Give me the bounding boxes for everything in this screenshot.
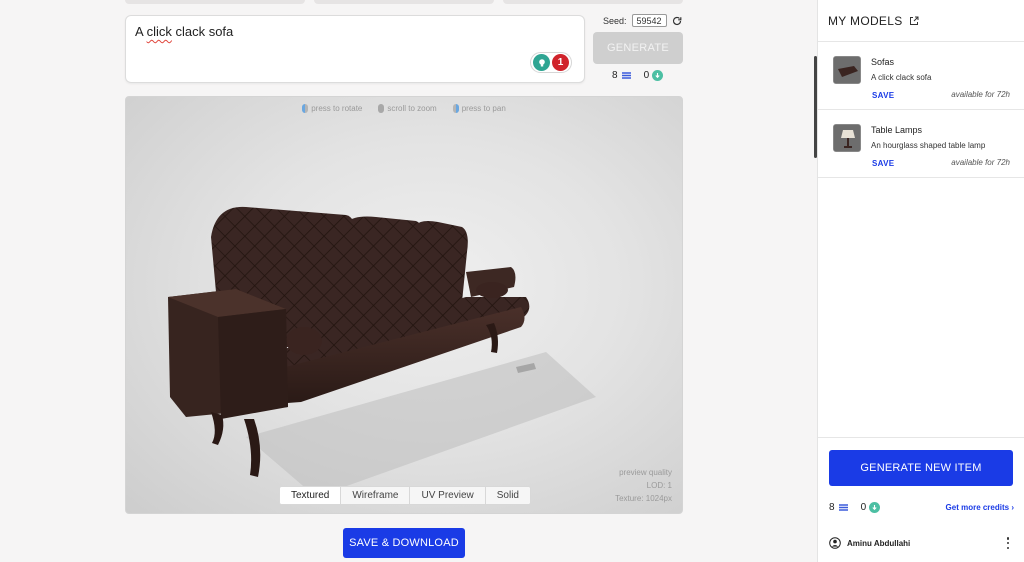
model-name: Table Lamps <box>871 125 923 135</box>
texture-label: Texture: 1024px <box>615 494 672 503</box>
my-models-header: MY MODELS <box>818 0 1024 42</box>
generate-button[interactable]: GENERATE <box>593 32 683 64</box>
quality-label: preview quality <box>619 468 672 477</box>
top-tab-stub <box>314 0 494 4</box>
prompt-text[interactable]: A click clack sofa <box>135 24 233 39</box>
model-thumbnail <box>833 124 861 152</box>
seed-control: Seed: 59542 <box>603 14 682 27</box>
seed-input[interactable]: 59542 <box>631 14 667 27</box>
get-more-credits-link[interactable]: Get more credits › <box>946 503 1014 512</box>
prompt-input[interactable]: A click clack sofa 1 <box>125 15 585 83</box>
tab-uv-preview[interactable]: UV Preview <box>410 487 486 504</box>
scrollbar-thumb[interactable] <box>814 56 817 158</box>
prompt-assist-badges[interactable]: 1 <box>530 52 572 73</box>
stack-icon <box>838 504 848 511</box>
spellcheck-word: click <box>146 24 172 39</box>
model-availability: available for 72h <box>951 90 1010 99</box>
error-count-badge[interactable]: 1 <box>552 54 569 71</box>
model-description: An hourglass shaped table lamp <box>871 141 986 150</box>
stack-credit-count: 8 <box>829 502 835 513</box>
mouse-scroll-icon <box>378 104 385 113</box>
more-options-icon[interactable] <box>1006 537 1010 549</box>
refresh-icon[interactable] <box>672 16 682 26</box>
coin-icon <box>652 70 664 81</box>
top-tab-stub <box>503 0 683 4</box>
save-model-button[interactable]: SAVE <box>872 91 894 100</box>
chevron-right-icon: › <box>1011 503 1014 512</box>
stack-icon <box>621 72 631 79</box>
model-availability: available for 72h <box>951 158 1010 167</box>
coin-credit-count: 0 <box>643 70 650 81</box>
user-avatar-icon <box>829 537 841 549</box>
save-model-button[interactable]: SAVE <box>872 159 894 168</box>
quality-info: preview quality LOD: 1 Texture: 1024px <box>615 466 672 505</box>
model-name: Sofas <box>871 57 895 67</box>
panel-footer: GENERATE NEW ITEM 8 0 Get more credits ›… <box>818 437 1024 562</box>
view-mode-tabs: Textured Wireframe UV Preview Solid <box>279 486 531 505</box>
model-description: A click clack sofa <box>871 73 932 82</box>
top-tab-stub <box>125 0 305 4</box>
stack-credit-count: 8 <box>612 70 618 81</box>
mouse-left-icon <box>302 104 309 113</box>
hint-zoom: scroll to zoom <box>378 104 437 113</box>
user-account[interactable]: Aminu Abdullahi <box>829 537 910 549</box>
coin-icon <box>869 502 881 513</box>
sofa-model[interactable] <box>126 97 683 514</box>
credits-summary: 8 0 <box>612 70 675 81</box>
hint-rotate: press to rotate <box>302 104 362 113</box>
hint-pan: press to pan <box>452 104 506 113</box>
seed-label: Seed: <box>603 15 627 26</box>
lightbulb-icon[interactable] <box>533 54 550 71</box>
external-link-icon[interactable] <box>909 16 919 26</box>
tab-wireframe[interactable]: Wireframe <box>341 487 411 504</box>
coin-credit-count: 0 <box>860 502 867 513</box>
mouse-right-icon <box>452 104 459 113</box>
model-thumbnail <box>833 56 861 84</box>
panel-credits: 8 0 <box>829 502 892 513</box>
model-viewer[interactable]: press to rotate scroll to zoom press to … <box>125 96 683 514</box>
my-models-panel: MY MODELS Sofas A click clack sofa SAVE … <box>814 0 1024 562</box>
lod-label: LOD: 1 <box>646 481 672 490</box>
my-models-title: MY MODELS <box>828 13 903 28</box>
model-item-sofas[interactable]: Sofas A click clack sofa SAVE available … <box>818 42 1024 110</box>
save-download-button[interactable]: SAVE & DOWNLOAD <box>343 528 465 558</box>
user-name: Aminu Abdullahi <box>847 538 911 548</box>
generate-new-item-button[interactable]: GENERATE NEW ITEM <box>829 450 1013 486</box>
viewer-hints: press to rotate scroll to zoom press to … <box>126 104 682 113</box>
tab-textured[interactable]: Textured <box>280 487 342 504</box>
model-item-table-lamps[interactable]: Table Lamps An hourglass shaped table la… <box>818 110 1024 178</box>
tab-solid[interactable]: Solid <box>485 487 530 504</box>
